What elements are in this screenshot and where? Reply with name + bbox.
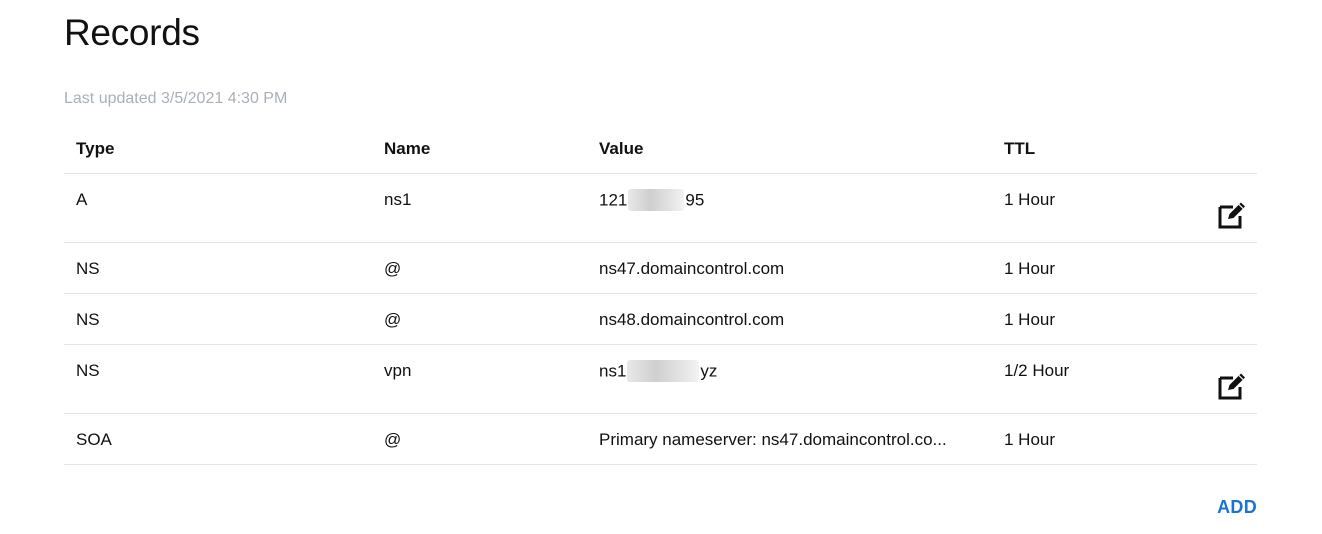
column-header-value[interactable]: Value	[599, 139, 643, 159]
record-value: ns48.domaincontrol.com	[599, 310, 785, 329]
record-value-prefix: 121	[599, 190, 628, 210]
record-type: A	[76, 190, 88, 209]
record-ttl: 1 Hour	[1004, 310, 1056, 329]
edit-icon[interactable]	[1217, 371, 1249, 401]
table-row: NS @ ns47.domaincontrol.com 1 Hour	[64, 243, 1257, 294]
edit-icon[interactable]	[1217, 200, 1249, 230]
redacted-blur	[627, 360, 700, 382]
record-type: NS	[76, 259, 100, 278]
record-value: ns1 yz	[599, 360, 718, 383]
table-header-row: Type Name Value TTL	[64, 123, 1257, 174]
record-ttl: 1 Hour	[1004, 430, 1056, 449]
record-type: NS	[76, 310, 100, 329]
record-name: @	[384, 430, 402, 449]
record-value: 121 95	[599, 189, 705, 212]
record-name: @	[384, 310, 402, 329]
column-header-name[interactable]: Name	[384, 139, 430, 159]
column-header-type[interactable]: Type	[76, 139, 114, 159]
record-type: NS	[76, 361, 100, 380]
table-row: SOA @ Primary nameserver: ns47.domaincon…	[64, 414, 1257, 465]
record-name: @	[384, 259, 402, 278]
record-value-prefix: ns1	[599, 361, 627, 381]
record-value: ns47.domaincontrol.com	[599, 259, 785, 278]
record-type: SOA	[76, 430, 112, 449]
record-value-suffix: yz	[700, 361, 718, 381]
dns-records-table: Type Name Value TTL A ns1 121 95 1 Hour N…	[64, 123, 1257, 465]
record-value: Primary nameserver: ns47.domaincontrol.c…	[599, 430, 947, 449]
table-row: NS vpn ns1 yz 1/2 Hour	[64, 345, 1257, 414]
redacted-blur	[628, 189, 685, 211]
table-row: A ns1 121 95 1 Hour	[64, 174, 1257, 243]
record-name: vpn	[384, 361, 412, 380]
record-ttl: 1 Hour	[1004, 259, 1056, 278]
record-name: ns1	[384, 190, 412, 209]
page-title: Records	[64, 12, 200, 53]
record-value-suffix: 95	[685, 190, 705, 210]
add-record-button[interactable]: ADD	[1217, 497, 1257, 518]
record-ttl: 1 Hour	[1004, 190, 1056, 209]
column-header-ttl[interactable]: TTL	[1004, 139, 1035, 159]
table-row: NS @ ns48.domaincontrol.com 1 Hour	[64, 294, 1257, 345]
last-updated-timestamp: Last updated 3/5/2021 4:30 PM	[64, 90, 288, 107]
record-ttl: 1/2 Hour	[1004, 361, 1070, 380]
